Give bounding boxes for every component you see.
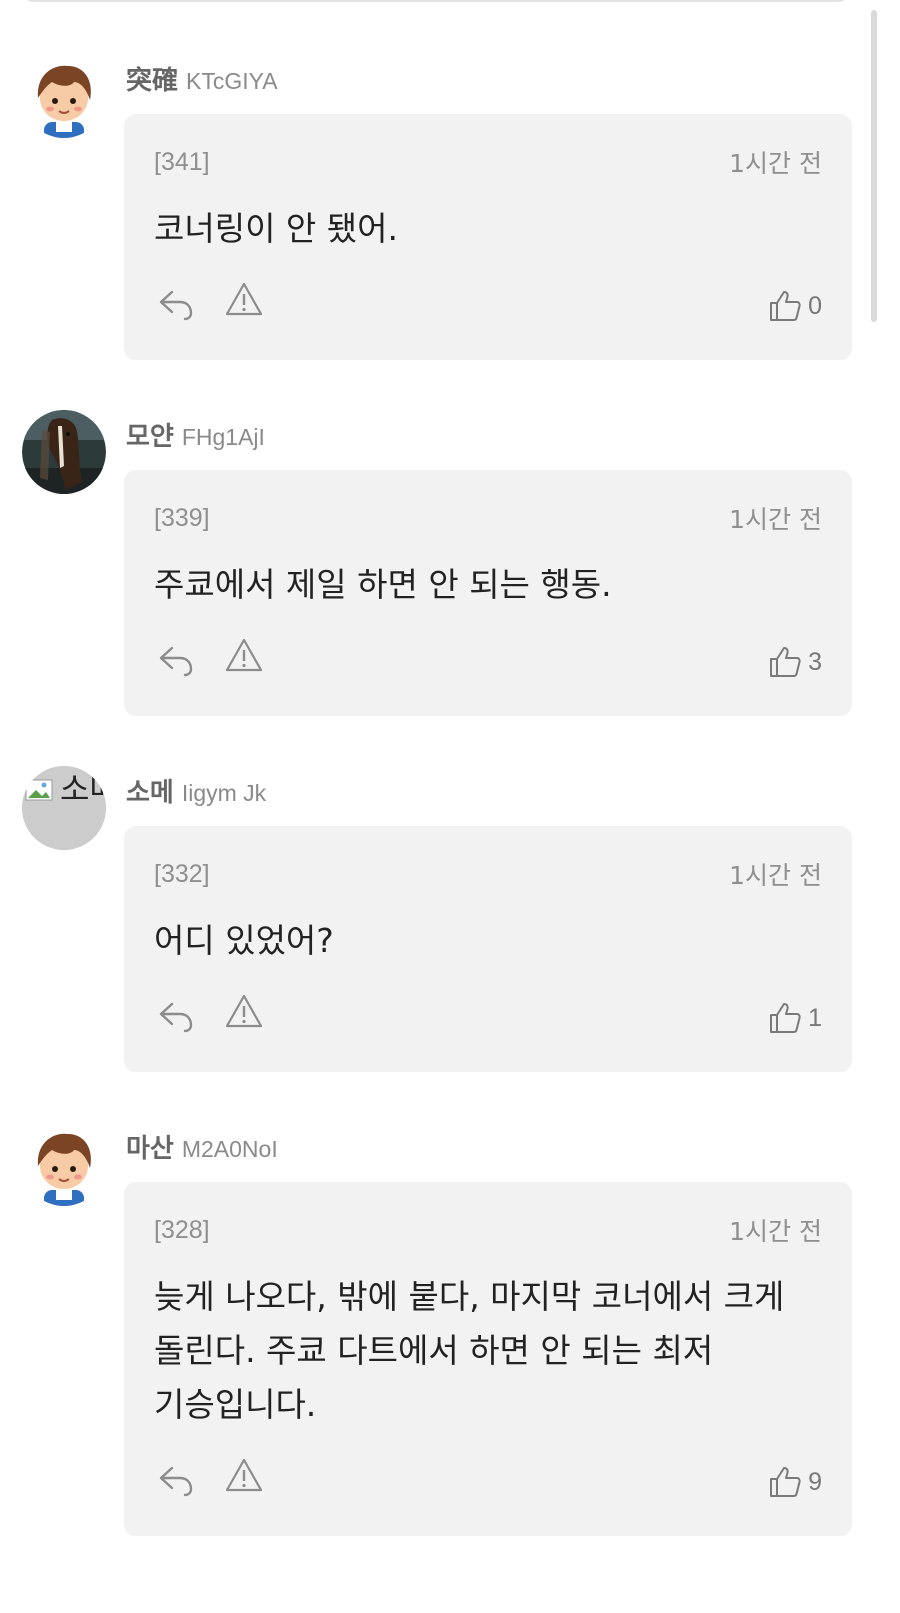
reply-button[interactable]	[156, 1460, 196, 1500]
comment-actions: 1	[154, 968, 822, 1072]
comment-text: 코너링이 안 됐어.	[154, 209, 398, 248]
comment-header: 소메 소메 Iigym Jk	[22, 766, 878, 850]
comment-item: 모얀 FHg1AjI [339] 1시간 전 주쿄에서 제일 하면 안 되는 행동…	[22, 410, 878, 716]
reply-button[interactable]	[156, 996, 196, 1036]
like-button[interactable]: 0	[768, 286, 822, 326]
warning-triangle-icon	[225, 638, 263, 672]
user-line: 마산 M2A0NoI	[126, 1132, 278, 1166]
warning-triangle-icon	[225, 282, 263, 316]
user-id: FHg1AjI	[181, 424, 265, 450]
thumbs-up-icon	[770, 1003, 801, 1033]
avatar[interactable]	[22, 410, 106, 494]
timestamp: 1시간 전	[729, 505, 822, 534]
comment-header: 모얀 FHg1AjI	[22, 410, 878, 494]
comment-number: [332]	[154, 859, 210, 888]
comment-item: 마산 M2A0NoI [328] 1시간 전 늦게 나오다, 밖에 붙다, 마지막…	[22, 1122, 878, 1536]
avatar[interactable]	[22, 54, 106, 138]
comment-number: [328]	[154, 1215, 210, 1244]
like-count: 9	[808, 1467, 822, 1496]
comment-number: [341]	[154, 147, 210, 176]
like-count: 0	[808, 291, 822, 320]
comment-list-page: 突確 KTcGIYA [341] 1시간 전 코너링이 안 됐어. 0 모얀 F…	[0, 0, 900, 1613]
user-id: KTcGIYA	[186, 68, 278, 94]
nickname[interactable]: 마산	[126, 1134, 174, 1164]
nickname[interactable]: 모얀	[126, 422, 174, 452]
reply-button[interactable]	[156, 284, 196, 324]
comment-header: 마산 M2A0NoI	[22, 1122, 878, 1206]
report-button[interactable]	[224, 1456, 264, 1496]
like-button[interactable]: 1	[768, 998, 822, 1038]
comment-bubble: [339] 1시간 전 주쿄에서 제일 하면 안 되는 행동. 3	[124, 470, 852, 716]
comment-item: 突確 KTcGIYA [341] 1시간 전 코너링이 안 됐어. 0	[22, 54, 878, 360]
comment-meta: [339] 1시간 전	[154, 500, 822, 536]
previous-card-edge	[22, 0, 850, 2]
like-count: 1	[808, 1003, 822, 1032]
comment-item: 소메 소메 Iigym Jk [332] 1시간 전 어디 있었어? 1	[22, 766, 878, 1072]
user-id: Iigym Jk	[181, 780, 267, 806]
nickname[interactable]: 突確	[126, 66, 178, 96]
report-button[interactable]	[224, 636, 264, 676]
like-count: 3	[808, 647, 822, 676]
svg-text:소메: 소메	[60, 770, 106, 808]
reply-button[interactable]	[156, 640, 196, 680]
user-line: 소메 Iigym Jk	[126, 776, 266, 810]
broken-image-avatar-icon: 소메	[22, 766, 106, 850]
timestamp: 1시간 전	[729, 1217, 822, 1246]
boy-face-avatar-icon	[22, 54, 106, 138]
nickname[interactable]: 소메	[126, 778, 174, 808]
user-id: M2A0NoI	[181, 1136, 278, 1162]
user-line: 모얀 FHg1AjI	[126, 420, 265, 454]
user-line: 突確 KTcGIYA	[126, 64, 278, 98]
reply-icon	[159, 646, 193, 677]
comment-meta: [341] 1시간 전	[154, 144, 822, 180]
thumbs-up-icon	[770, 291, 801, 321]
like-button[interactable]: 3	[768, 642, 822, 682]
reply-icon	[159, 1002, 193, 1033]
thumbs-up-icon	[770, 647, 801, 677]
comment-bubble: [341] 1시간 전 코너링이 안 됐어. 0	[124, 114, 852, 360]
timestamp: 1시간 전	[729, 149, 822, 178]
comment-meta: [328] 1시간 전	[154, 1212, 822, 1248]
report-button[interactable]	[224, 992, 264, 1032]
comment-text: 주쿄에서 제일 하면 안 되는 행동.	[154, 565, 612, 604]
comment-actions: 0	[154, 256, 822, 360]
comment-meta: [332] 1시간 전	[154, 856, 822, 892]
comment-actions: 3	[154, 612, 822, 716]
warning-triangle-icon	[225, 994, 263, 1028]
report-button[interactable]	[224, 280, 264, 320]
comment-bubble: [332] 1시간 전 어디 있었어? 1	[124, 826, 852, 1072]
like-button[interactable]: 9	[768, 1462, 822, 1502]
comment-actions: 9	[154, 1432, 822, 1536]
thumbs-up-icon	[770, 1467, 801, 1497]
comment-text: 어디 있었어?	[154, 921, 334, 960]
comment-header: 突確 KTcGIYA	[22, 54, 878, 138]
avatar[interactable]: 소메	[22, 766, 106, 850]
boy-face-avatar-icon	[22, 1122, 106, 1206]
warning-triangle-icon	[225, 1458, 263, 1492]
timestamp: 1시간 전	[729, 861, 822, 890]
reply-icon	[159, 290, 193, 321]
comment-bubble: [328] 1시간 전 늦게 나오다, 밖에 붙다, 마지막 코너에서 크게 돌…	[124, 1182, 852, 1536]
avatar[interactable]	[22, 1122, 106, 1206]
reply-icon	[159, 1466, 193, 1497]
comment-number: [339]	[154, 503, 210, 532]
comment-text: 늦게 나오다, 밖에 붙다, 마지막 코너에서 크게 돌린다. 주쿄 다트에서 …	[154, 1277, 785, 1424]
horse-photo-avatar-icon	[22, 410, 106, 494]
